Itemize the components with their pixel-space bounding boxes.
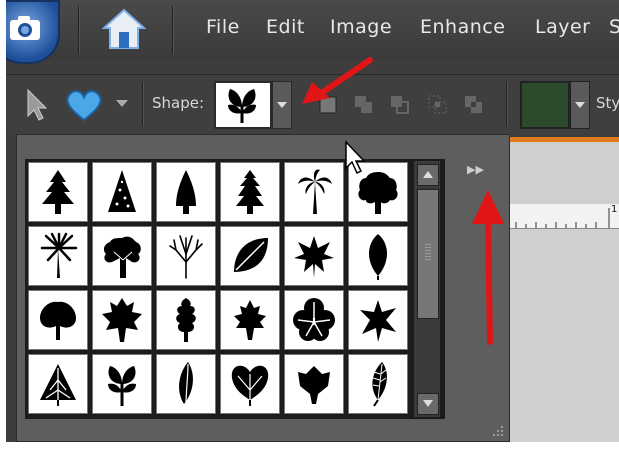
tree-bare-icon bbox=[169, 235, 203, 279]
leaf-wide-icon bbox=[40, 301, 76, 340]
shape-grid bbox=[25, 159, 445, 419]
tree-bushy-icon bbox=[103, 236, 141, 278]
shape-cell-leaf-oak[interactable] bbox=[156, 290, 216, 350]
leaf-oval-icon bbox=[234, 238, 268, 272]
chevron-down-icon bbox=[277, 102, 287, 108]
shape-cell-tree-2[interactable] bbox=[92, 162, 152, 222]
intersect-shape-icon[interactable] bbox=[428, 95, 448, 115]
palm-tree-2-icon bbox=[40, 232, 78, 278]
panel-menu-icon[interactable]: ▶▶ bbox=[467, 163, 484, 176]
scroll-up-button[interactable] bbox=[417, 164, 439, 186]
shape-picker[interactable] bbox=[214, 81, 272, 129]
menu-image[interactable]: Image bbox=[330, 16, 392, 38]
leaf-star-icon bbox=[360, 300, 396, 342]
leaf-feather-icon bbox=[372, 362, 387, 407]
shape-cell-leaf-triangle[interactable] bbox=[28, 354, 88, 414]
shape-cell-leaf-ivy[interactable] bbox=[284, 354, 344, 414]
leaf-maple-2-icon bbox=[102, 298, 142, 342]
shape-cell-leaf-maple-2[interactable] bbox=[92, 290, 152, 350]
chevron-down-icon bbox=[575, 102, 585, 108]
menu-enhance[interactable]: Enhance bbox=[420, 16, 505, 38]
palm-tree-icon bbox=[298, 169, 332, 214]
shape-picker-panel: ▶▶ bbox=[16, 134, 510, 442]
shape-cell-leaf-narrow[interactable] bbox=[156, 354, 216, 414]
style-label: Sty bbox=[596, 94, 619, 112]
shape-cell-leaf-maple-1[interactable] bbox=[284, 226, 344, 286]
leaf-sprig-icon bbox=[228, 89, 256, 123]
shape-cell-tree-3[interactable] bbox=[156, 162, 216, 222]
chevron-down-icon[interactable] bbox=[116, 100, 128, 108]
tree-2-icon bbox=[108, 170, 136, 212]
shape-cell-tree-bushy[interactable] bbox=[92, 226, 152, 286]
shape-cell-palm-tree-2[interactable] bbox=[28, 226, 88, 286]
pointer-tool-icon[interactable] bbox=[24, 88, 50, 122]
shape-label: Shape: bbox=[152, 94, 205, 112]
leaf-oak-icon bbox=[176, 298, 196, 342]
ruler-label: 1 bbox=[611, 204, 618, 215]
app-window: File Edit Image Enhance Layer S Shape: S… bbox=[6, 0, 619, 442]
annotation-arrow-icon bbox=[472, 190, 504, 345]
shape-cell-leaf-oval[interactable] bbox=[220, 226, 280, 286]
leaf-sprig-icon bbox=[108, 366, 136, 406]
leaf-maple-3-icon bbox=[234, 300, 266, 340]
scroll-down-button[interactable] bbox=[417, 393, 439, 415]
shape-cell-tree-1[interactable] bbox=[28, 162, 88, 222]
tree-1-icon bbox=[42, 170, 74, 214]
tree-3-icon bbox=[176, 170, 196, 214]
chevron-down-icon bbox=[423, 400, 433, 407]
scroll-thumb[interactable] bbox=[417, 189, 439, 319]
home-icon[interactable] bbox=[101, 6, 147, 52]
shape-cell-palm-tree[interactable] bbox=[284, 162, 344, 222]
exclude-shape-icon[interactable] bbox=[464, 95, 484, 115]
shape-dropdown-button[interactable] bbox=[272, 81, 292, 129]
color-dropdown-button[interactable] bbox=[570, 81, 590, 129]
leaf-pointed-icon bbox=[369, 234, 387, 280]
shape-cell-leaf-star[interactable] bbox=[348, 290, 408, 350]
shape-cell-leaf-pointed[interactable] bbox=[348, 226, 408, 286]
leaf-clover-icon bbox=[293, 298, 335, 341]
menu-overflow[interactable]: S bbox=[609, 16, 619, 38]
color-swatch[interactable] bbox=[520, 81, 570, 129]
resize-grip-icon[interactable] bbox=[487, 420, 505, 438]
shape-cell-leaf-sprig[interactable] bbox=[92, 354, 152, 414]
shape-cell-leaf-feather[interactable] bbox=[348, 354, 408, 414]
menu-layer[interactable]: Layer bbox=[535, 16, 590, 38]
camera-icon[interactable] bbox=[6, 0, 60, 64]
menu-separator bbox=[78, 6, 80, 54]
leaf-narrow-icon bbox=[179, 362, 193, 405]
shape-cell-leaf-clover[interactable] bbox=[284, 290, 344, 350]
shape-cell-leaf-maple-3[interactable] bbox=[220, 290, 280, 350]
heart-shape-icon[interactable] bbox=[64, 88, 104, 122]
subtract-shape-icon[interactable] bbox=[390, 95, 410, 115]
canvas-area: 1 bbox=[508, 142, 619, 442]
shape-cell-leaf-round[interactable] bbox=[220, 354, 280, 414]
leaf-ivy-icon bbox=[298, 366, 330, 404]
horizontal-ruler: 1 bbox=[508, 204, 619, 229]
options-separator bbox=[506, 82, 508, 126]
menu-separator bbox=[172, 6, 174, 54]
menu-file[interactable]: File bbox=[206, 16, 240, 38]
leaf-triangle-icon bbox=[40, 364, 76, 406]
mouse-cursor-icon bbox=[345, 140, 366, 175]
shape-cell-tree-4[interactable] bbox=[220, 162, 280, 222]
leaf-round-icon bbox=[231, 365, 269, 406]
options-separator bbox=[142, 82, 144, 126]
menu-bar: File Edit Image Enhance Layer S bbox=[6, 0, 619, 64]
chevron-up-icon bbox=[423, 171, 433, 178]
leaf-maple-1-icon bbox=[294, 236, 334, 278]
menu-edit[interactable]: Edit bbox=[266, 16, 305, 38]
shape-cell-leaf-wide[interactable] bbox=[28, 290, 88, 350]
shape-cell-tree-bare[interactable] bbox=[156, 226, 216, 286]
tree-4-icon bbox=[236, 170, 264, 214]
annotation-arrow-icon bbox=[302, 57, 373, 104]
scrollbar[interactable] bbox=[414, 161, 440, 417]
